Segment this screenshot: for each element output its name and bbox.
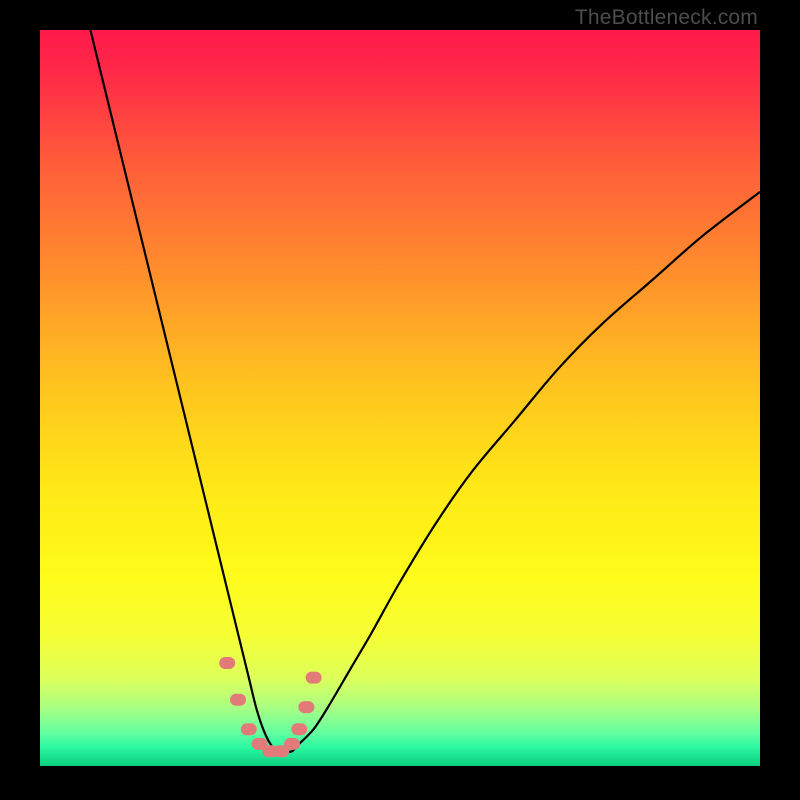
marker-pill	[230, 694, 246, 706]
marker-pill	[219, 657, 235, 669]
watermark-text: TheBottleneck.com	[575, 6, 758, 30]
marker-pill	[241, 723, 257, 735]
bottleneck-curve	[90, 30, 760, 752]
marker-pill	[284, 738, 300, 750]
chart-frame: TheBottleneck.com	[0, 0, 800, 800]
curve-layer	[40, 30, 760, 766]
marker-pill	[306, 672, 322, 684]
marker-pill	[291, 723, 307, 735]
marker-pill	[298, 701, 314, 713]
plot-area	[40, 30, 760, 766]
